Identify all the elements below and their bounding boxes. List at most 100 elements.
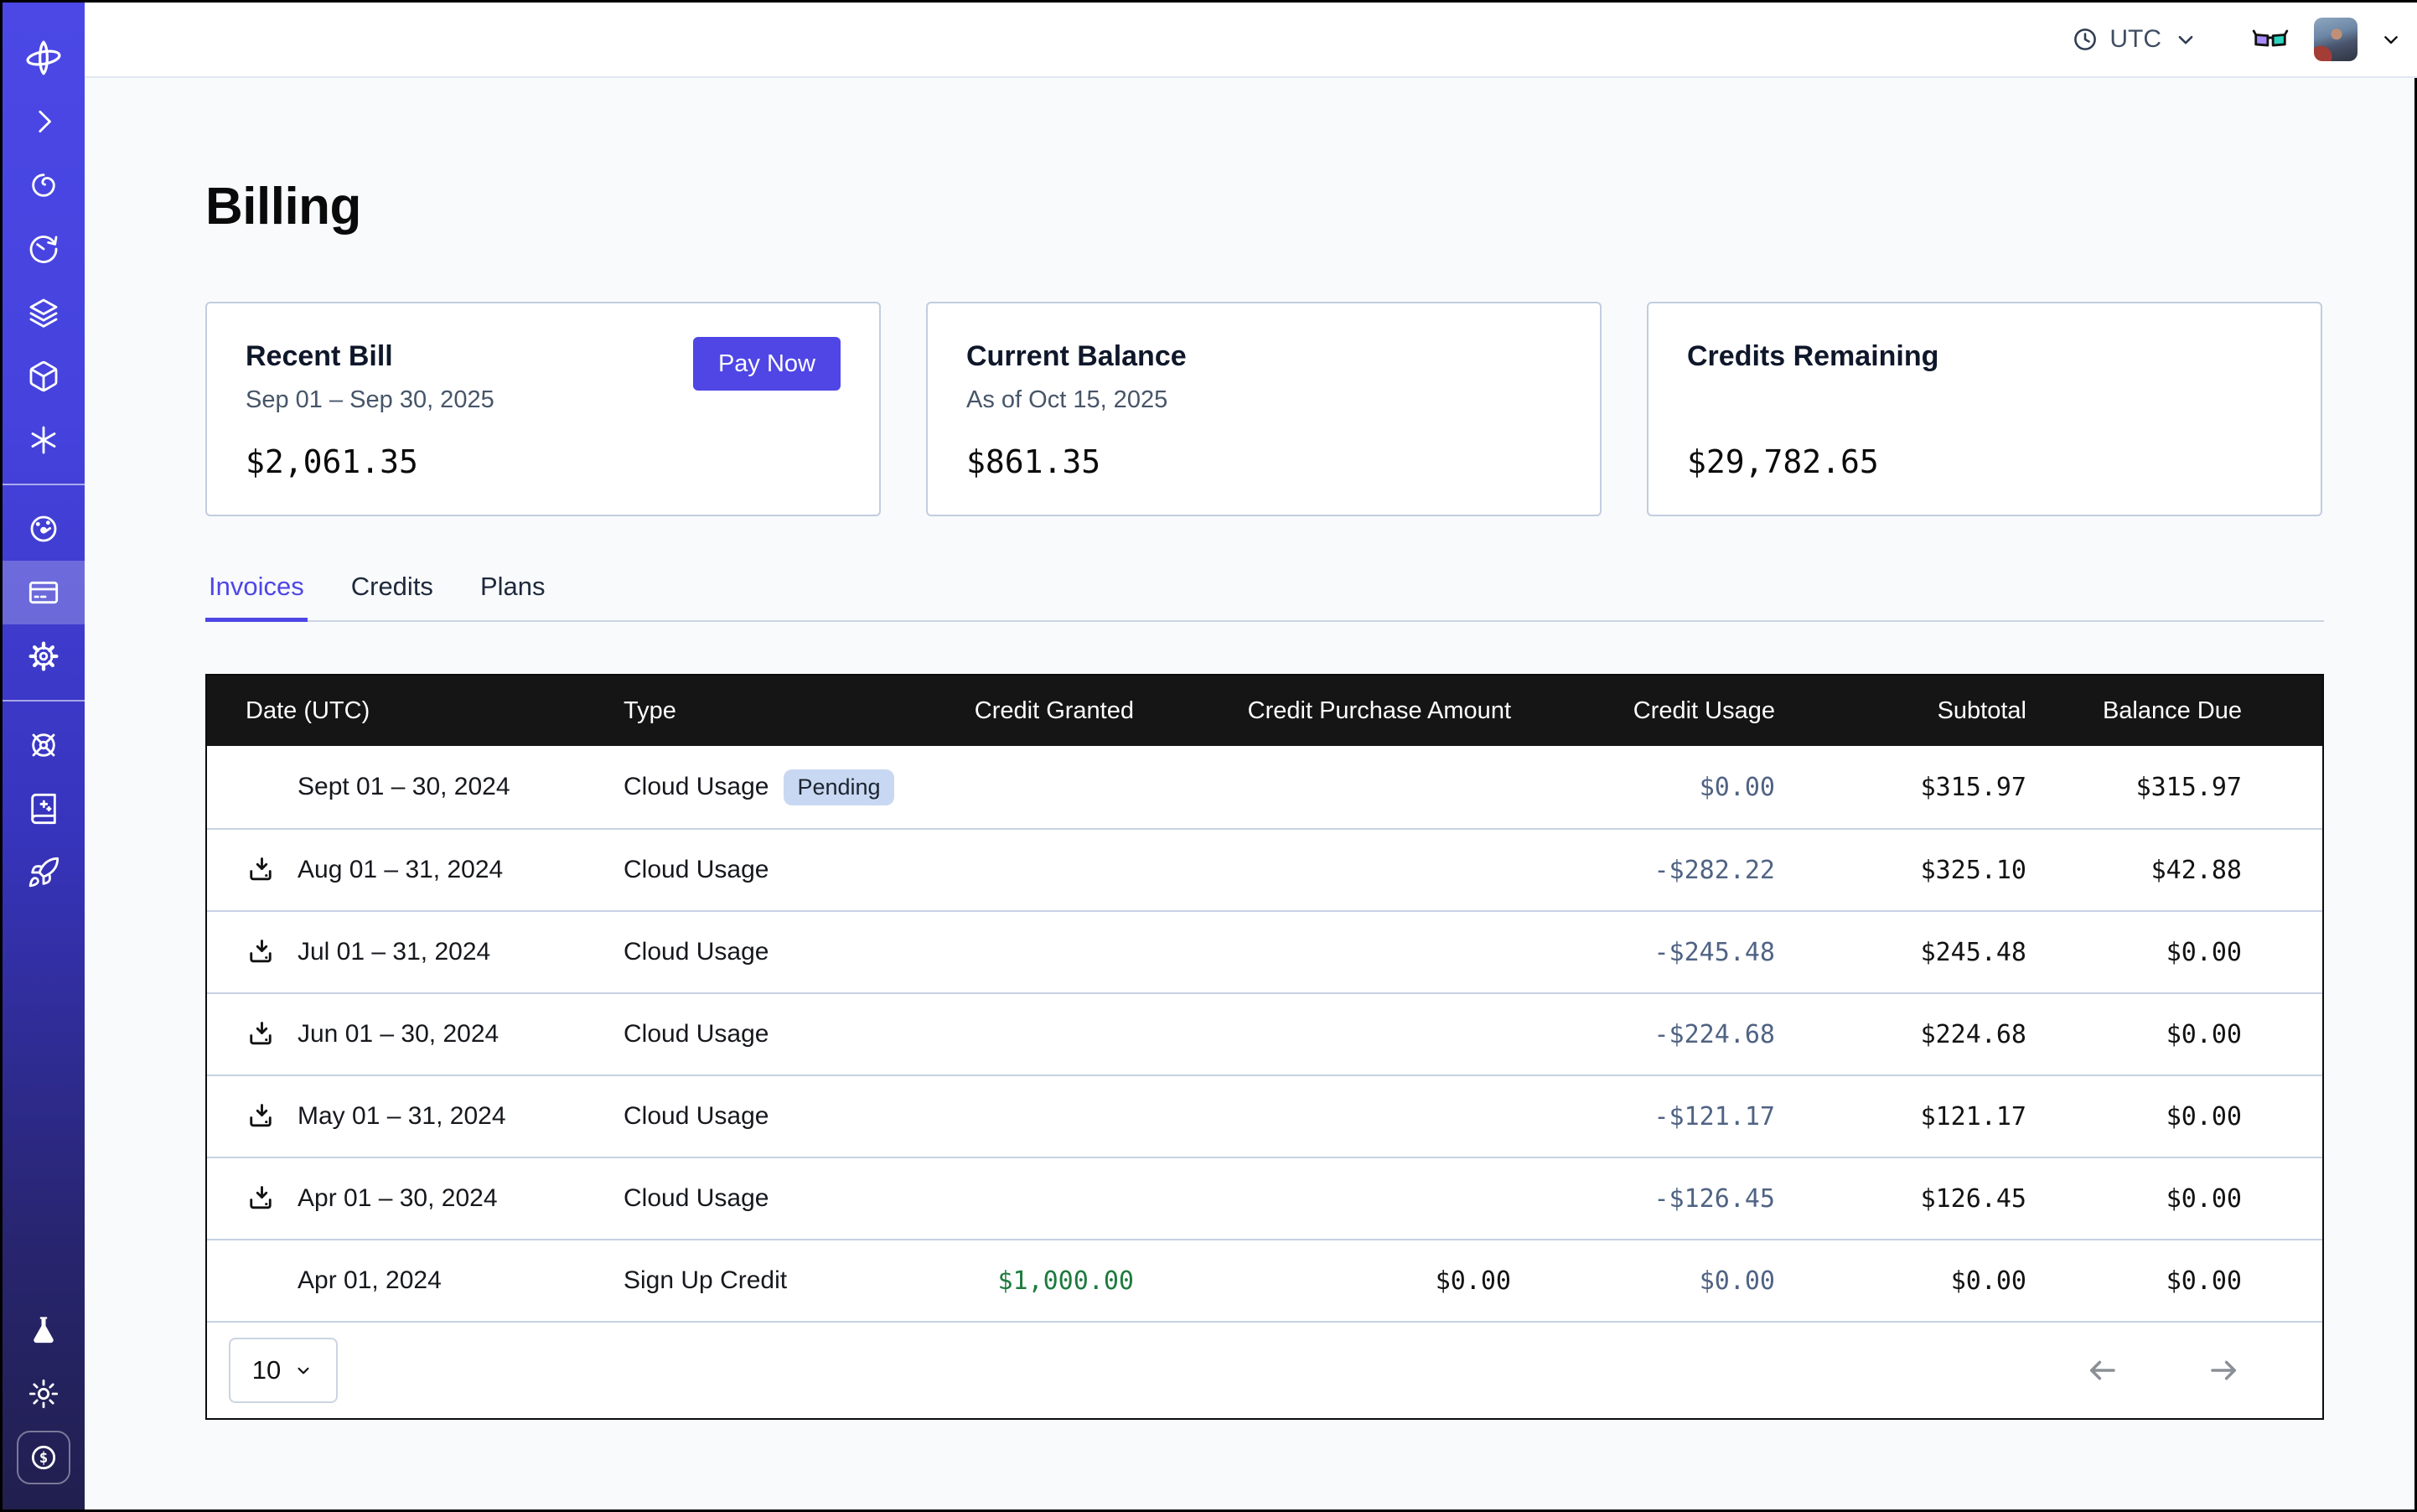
credit-usage-value: $0.00 (1548, 773, 1812, 802)
credits-remaining-amount: $29,782.65 (1687, 443, 2282, 480)
invoice-type: Cloud Usage (624, 1020, 769, 1049)
credit-purchase-value: $0.00 (1171, 1266, 1548, 1296)
download-invoice-button[interactable] (246, 1019, 279, 1049)
previous-page-button[interactable] (2084, 1353, 2119, 1388)
recent-bill-card: Recent Bill Sep 01 – Sep 30, 2025 $2,061… (205, 302, 881, 516)
sidebar-item-usage[interactable] (3, 497, 85, 561)
sidebar-item-layers[interactable] (3, 281, 85, 344)
current-balance-card: Current Balance As of Oct 15, 2025 $861.… (926, 302, 1602, 516)
history-timer-icon (27, 232, 60, 266)
summary-cards: Recent Bill Sep 01 – Sep 30, 2025 $2,061… (205, 302, 2324, 516)
invoice-type: Cloud Usage (624, 773, 769, 801)
page-size-value: 10 (252, 1355, 281, 1385)
credit-usage-value: -$245.48 (1548, 938, 1812, 967)
invoice-period: Apr 01, 2024 (298, 1266, 442, 1295)
sidebar-item-history[interactable] (3, 217, 85, 281)
invoice-date-cell: Jun 01 – 30, 2024 (207, 1019, 588, 1049)
column-header-credit-usage: Credit Usage (1548, 697, 1812, 725)
sidebar-divider (3, 700, 85, 702)
sidebar-item-expand[interactable] (3, 90, 85, 153)
sidebar-item-getting-started[interactable] (3, 841, 85, 904)
invoice-type-cell: Cloud Usage (588, 1102, 949, 1131)
box-icon (27, 360, 60, 393)
credit-usage-value: -$282.22 (1548, 856, 1812, 885)
helm-icon (27, 728, 60, 762)
pay-now-button[interactable]: Pay Now (693, 337, 841, 391)
invoice-date-cell: May 01 – 31, 2024 (207, 1101, 588, 1131)
invoice-type: Cloud Usage (624, 856, 769, 884)
credit-usage-value: -$224.68 (1548, 1020, 1812, 1049)
dollar-badge-button[interactable]: $ (17, 1431, 70, 1484)
table-row: Sept 01 – 30, 2024 Cloud Usage Pending $… (207, 746, 2322, 828)
subtotal-value: $325.10 (1812, 856, 2063, 885)
column-header-date: Date (UTC) (207, 697, 588, 725)
subtotal-value: $315.97 (1812, 773, 2063, 802)
invoice-date-cell: Apr 01, 2024 (207, 1266, 588, 1296)
sidebar-item-labs[interactable] (3, 1298, 85, 1362)
app-logo[interactable] (3, 34, 85, 81)
balance-due-value: $0.00 (2063, 938, 2322, 967)
3d-glasses-icon[interactable] (2252, 25, 2289, 54)
asterisk-icon (27, 423, 60, 457)
invoice-type-cell: Cloud Usage (588, 1184, 949, 1213)
card-title: Current Balance (966, 340, 1561, 373)
download-invoice-button[interactable] (246, 1183, 279, 1214)
next-page-button[interactable] (2207, 1353, 2242, 1388)
timezone-selector[interactable]: UTC (2071, 25, 2200, 54)
sidebar-item-box[interactable] (3, 344, 85, 408)
book-sparkles-icon (27, 792, 60, 826)
sidebar-item-spiral[interactable] (3, 153, 85, 217)
column-header-type: Type (588, 697, 949, 725)
table-row: Jun 01 – 30, 2024 Cloud Usage -$224.68 $… (207, 992, 2322, 1074)
invoice-date-cell: Apr 01 – 30, 2024 (207, 1183, 588, 1214)
sidebar-item-settings[interactable] (3, 624, 85, 688)
download-invoice-button[interactable] (246, 1101, 279, 1131)
table-row: Jul 01 – 31, 2024 Cloud Usage -$245.48 $… (207, 910, 2322, 992)
column-header-credit-purchase: Credit Purchase Amount (1171, 697, 1548, 725)
download-icon (246, 1101, 276, 1131)
invoice-period: Apr 01 – 30, 2024 (298, 1184, 498, 1213)
table-row: May 01 – 31, 2024 Cloud Usage -$121.17 $… (207, 1074, 2322, 1157)
download-invoice-button[interactable] (246, 937, 279, 967)
gear-icon (27, 639, 60, 673)
table-row: Aug 01 – 31, 2024 Cloud Usage -$282.22 $… (207, 828, 2322, 910)
column-header-subtotal: Subtotal (1812, 697, 2063, 725)
sidebar-item-asterisk[interactable] (3, 408, 85, 472)
sidebar-item-theme-toggle[interactable] (3, 1362, 85, 1426)
table-footer: 10 (207, 1321, 2322, 1418)
credit-usage-value: $0.00 (1548, 1266, 1812, 1296)
pagination-arrows (2084, 1353, 2242, 1388)
table-row: Apr 01, 2024 Sign Up Credit $1,000.00 $0… (207, 1239, 2322, 1321)
svg-text:$: $ (39, 1450, 49, 1467)
invoice-period: Jul 01 – 31, 2024 (298, 938, 490, 966)
tab-credits[interactable]: Credits (348, 572, 437, 620)
tab-invoices[interactable]: Invoices (205, 572, 308, 620)
sidebar-item-docs[interactable] (3, 777, 85, 841)
download-icon (246, 937, 276, 967)
table-row: Apr 01 – 30, 2024 Cloud Usage -$126.45 $… (207, 1157, 2322, 1239)
subtotal-value: $126.45 (1812, 1184, 2063, 1214)
tab-plans[interactable]: Plans (477, 572, 549, 620)
billing-page: Billing Recent Bill Sep 01 – Sep 30, 202… (85, 78, 2417, 1509)
avatar[interactable] (2314, 18, 2357, 61)
invoice-period: Aug 01 – 31, 2024 (298, 856, 503, 884)
gauge-icon (27, 512, 60, 546)
flask-icon (27, 1313, 60, 1347)
download-invoice-button[interactable] (246, 855, 279, 885)
sidebar-item-helm[interactable] (3, 713, 85, 777)
topbar: UTC (85, 3, 2417, 78)
sidebar-item-pricing[interactable]: $ (3, 1426, 85, 1489)
invoice-type-cell: Cloud Usage Pending (588, 769, 949, 805)
recent-bill-amount: $2,061.35 (246, 443, 841, 480)
invoice-date-cell: Aug 01 – 31, 2024 (207, 855, 588, 885)
page-size-select[interactable]: 10 (229, 1338, 338, 1403)
sidebar-item-billing[interactable] (3, 561, 85, 624)
account-menu-chevron-icon[interactable] (2378, 26, 2404, 53)
billing-period: Sep 01 – Sep 30, 2025 (246, 386, 841, 417)
balance-due-value: $0.00 (2063, 1266, 2322, 1296)
orbit-logo-icon (24, 39, 63, 77)
balance-due-value: $0.00 (2063, 1020, 2322, 1049)
table-header: Date (UTC) Type Credit Granted Credit Pu… (207, 676, 2322, 746)
credit-usage-value: -$121.17 (1548, 1102, 1812, 1131)
download-icon (246, 1019, 276, 1049)
